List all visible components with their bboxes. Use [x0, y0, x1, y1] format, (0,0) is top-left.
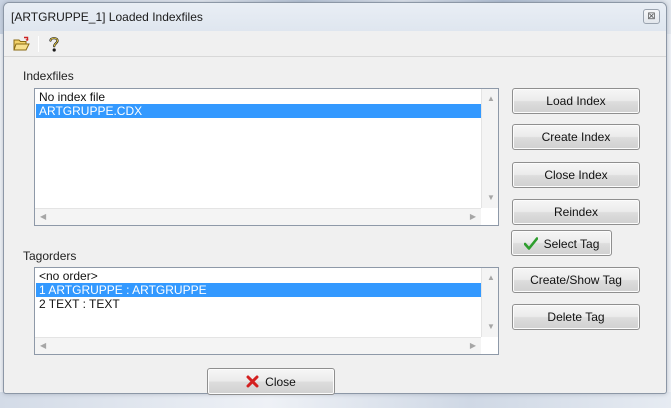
help-icon	[49, 37, 59, 52]
tagorders-horizontal-scrollbar[interactable]: ◀ ▶	[35, 337, 481, 354]
tagorders-label: Tagorders	[23, 249, 77, 263]
indexfiles-list: No index file ARTGRUPPE.CDX	[36, 90, 482, 118]
red-x-icon	[246, 375, 259, 388]
select-tag-button[interactable]: Select Tag	[511, 230, 612, 256]
tagorders-list: <no order> 1 ARTGRUPPE : ARTGRUPPE 2 TEXT …	[36, 269, 482, 311]
list-item[interactable]: No index file	[36, 90, 482, 104]
indexfiles-vertical-scrollbar[interactable]: ▲ ▼	[481, 89, 498, 208]
scroll-down-arrow-icon[interactable]: ▼	[487, 322, 495, 332]
window-title: [ARTGRUPPE_1] Loaded Indexfiles	[11, 10, 203, 24]
title-bar[interactable]: [ARTGRUPPE_1] Loaded Indexfiles ⊠	[4, 3, 666, 31]
create-show-tag-button[interactable]: Create/Show Tag	[512, 267, 640, 293]
scroll-right-arrow-icon[interactable]: ▶	[470, 341, 476, 351]
scroll-left-arrow-icon[interactable]: ◀	[40, 341, 46, 351]
reindex-button[interactable]: Reindex	[512, 199, 640, 225]
open-folder-button[interactable]	[11, 34, 33, 54]
scroll-right-arrow-icon[interactable]: ▶	[470, 212, 476, 222]
delete-tag-button[interactable]: Delete Tag	[512, 304, 640, 330]
create-index-button[interactable]: Create Index	[512, 124, 640, 150]
list-item[interactable]: 2 TEXT : TEXT	[36, 297, 482, 311]
window-close-icon[interactable]: ⊠	[643, 9, 660, 24]
list-item[interactable]: ARTGRUPPE.CDX	[36, 104, 482, 118]
scroll-left-arrow-icon[interactable]: ◀	[40, 212, 46, 222]
close-label: Close	[265, 374, 296, 389]
load-index-button[interactable]: Load Index	[512, 88, 640, 114]
desktop-background-bottom	[0, 392, 671, 408]
list-item[interactable]: <no order>	[36, 269, 482, 283]
indexfiles-listbox[interactable]: No index file ARTGRUPPE.CDX ▲ ▼ ◀ ▶	[34, 88, 499, 226]
scroll-down-arrow-icon[interactable]: ▼	[487, 193, 495, 203]
toolbar	[4, 31, 666, 57]
checkmark-icon	[523, 237, 538, 251]
close-button[interactable]: Close	[207, 368, 335, 395]
tagorders-listbox[interactable]: <no order> 1 ARTGRUPPE : ARTGRUPPE 2 TEXT …	[34, 267, 499, 355]
open-folder-icon	[13, 36, 30, 51]
scroll-up-arrow-icon[interactable]: ▲	[487, 94, 495, 104]
indexfiles-label: Indexfiles	[23, 69, 74, 83]
indexfiles-horizontal-scrollbar[interactable]: ◀ ▶	[35, 208, 481, 225]
tagorders-vertical-scrollbar[interactable]: ▲ ▼	[481, 268, 498, 337]
select-tag-label: Select Tag	[543, 236, 600, 251]
toolbar-separator	[38, 36, 39, 52]
scroll-up-arrow-icon[interactable]: ▲	[487, 273, 495, 283]
help-button[interactable]	[43, 34, 65, 54]
loaded-indexfiles-dialog: [ARTGRUPPE_1] Loaded Indexfiles ⊠ Indexf…	[3, 2, 667, 395]
list-item[interactable]: 1 ARTGRUPPE : ARTGRUPPE	[36, 283, 482, 297]
close-index-button[interactable]: Close Index	[512, 162, 640, 188]
